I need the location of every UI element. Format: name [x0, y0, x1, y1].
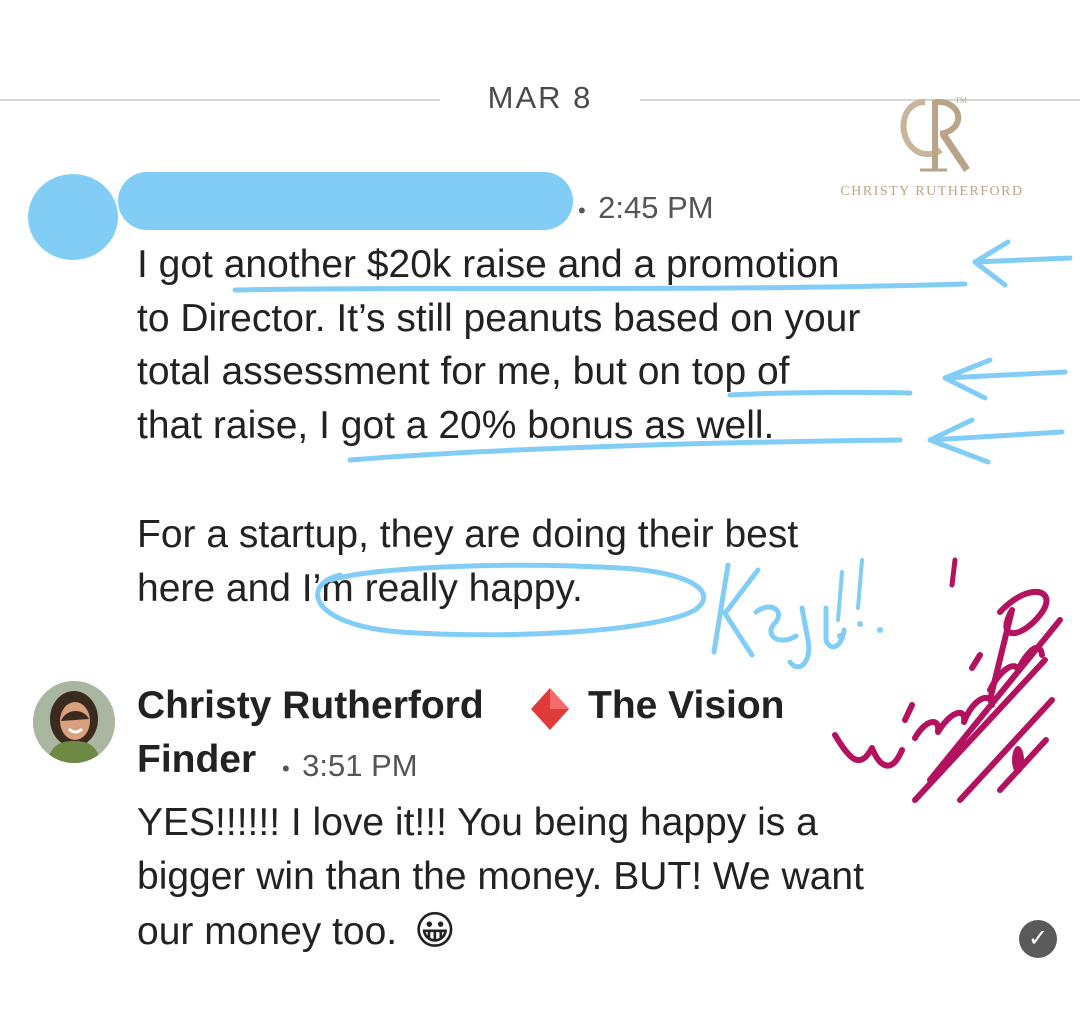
brand-monogram-logo: [900, 98, 970, 172]
handwriting-winning: [949, 557, 958, 588]
brand-name: CHRISTY RUTHERFORD: [840, 184, 1024, 199]
message-line: I got another $20k raise and a promotion: [137, 243, 840, 286]
sender-name-suffix[interactable]: The Vision: [588, 684, 785, 728]
handwriting-winning: [1012, 746, 1024, 774]
message-line: here and I’m really happy.: [137, 567, 583, 610]
redacted-avatar: [28, 174, 118, 260]
handwriting-winning: [832, 588, 1050, 769]
redacted-sender-name: [118, 172, 573, 230]
reply-line: bigger win than the money. BUT! We want: [137, 855, 864, 898]
message-line: total assessment for me, but on top of: [137, 350, 790, 393]
handwriting-key: [836, 558, 864, 622]
check-circle-icon: ✓: [1019, 920, 1057, 958]
date-divider: MAR 8: [487, 80, 593, 115]
profile-photo: [33, 681, 115, 763]
message-time: 2:45 PM: [598, 190, 714, 225]
reply-time: 3:51 PM: [302, 748, 418, 783]
arrow-left-icon: [942, 357, 1068, 401]
reply-line: our money too. 😀: [137, 908, 456, 955]
message-line: to Director. It’s still peanuts based on…: [137, 297, 861, 340]
trademark-mark: TM: [955, 96, 967, 105]
avatar[interactable]: [33, 681, 115, 763]
sender-name[interactable]: Christy Rutherford: [137, 684, 484, 728]
separator-dot: •: [578, 198, 586, 223]
sender-name-suffix[interactable]: Finder: [137, 738, 256, 782]
diamond-icon: [531, 688, 569, 730]
divider-line-left: [0, 99, 440, 101]
handwriting-key: [711, 562, 847, 670]
handwriting-winning: [912, 617, 1063, 803]
reply-line-text: our money too.: [137, 910, 398, 953]
message-line: that raise, I got a 20% bonus as well.: [137, 404, 775, 447]
divider-line-right: [640, 99, 1080, 101]
separator-dot: •: [282, 756, 290, 781]
reply-line: YES!!!!!! I love it!!! You being happy i…: [137, 801, 818, 844]
arrow-left-icon: [927, 417, 1065, 465]
grinning-emoji-icon: 😀: [414, 909, 456, 953]
arrow-left-icon: [972, 239, 1073, 288]
message-meta: • 2:45 PM: [578, 190, 714, 226]
message-line: For a startup, they are doing their best: [137, 513, 799, 556]
reply-meta: • 3:51 PM: [282, 748, 418, 784]
